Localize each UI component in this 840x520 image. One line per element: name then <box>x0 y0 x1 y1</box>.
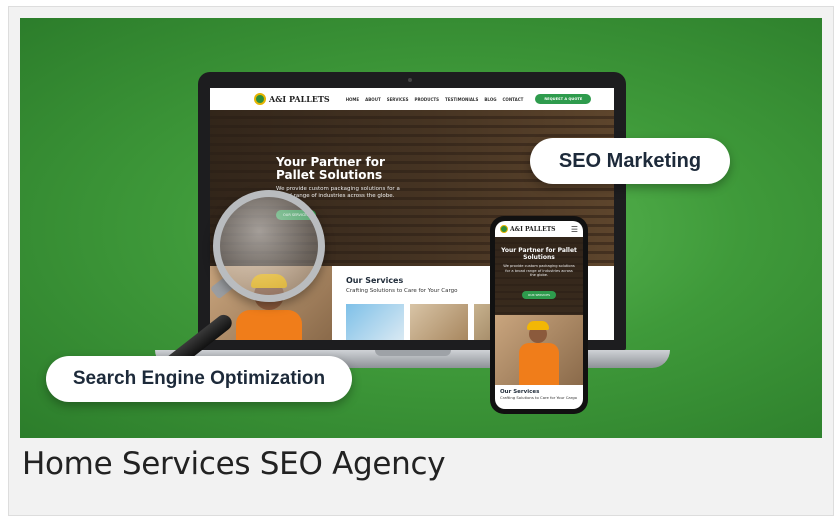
logo-icon <box>254 93 266 105</box>
search-engine-optimization-badge: Search Engine Optimization <box>46 356 352 402</box>
services-subtitle: Crafting Solutions to Care for Your Carg… <box>346 288 458 294</box>
magnifying-glass-icon <box>213 190 325 302</box>
seo-marketing-badge: SEO Marketing <box>530 138 730 184</box>
phone-our-services-button[interactable]: OUR SERVICES <box>521 290 557 299</box>
service-image[interactable] <box>346 304 404 340</box>
laptop-camera <box>408 78 412 82</box>
hard-hat-icon <box>527 321 549 330</box>
worker-vest <box>519 343 559 385</box>
services-title: Our Services <box>346 276 404 285</box>
nav-services[interactable]: SERVICES <box>387 97 409 102</box>
hamburger-menu-icon[interactable]: ☰ <box>571 225 578 234</box>
phone-services: Our Services Crafting Solutions to Care … <box>495 385 583 404</box>
phone-hero: Your Partner for Pallet Solutions We pro… <box>495 237 583 315</box>
phone-hero-title: Your Partner for Pallet Solutions <box>501 247 577 261</box>
nav-home[interactable]: HOME <box>346 97 359 102</box>
hero-title: Your Partner for Pallet Solutions <box>276 155 385 182</box>
phone-hero-subtitle: We provide custom packaging solutions fo… <box>503 264 575 277</box>
phone-logo-text: A&I PALLETS <box>510 225 556 233</box>
nav-contact[interactable]: CONTACT <box>503 97 524 102</box>
logo-icon <box>500 225 508 233</box>
laptop-notch <box>375 350 451 356</box>
phone-screen: A&I PALLETS ☰ Your Partner for Pallet So… <box>495 221 583 409</box>
phone-services-subtitle: Crafting Solutions to Care for Your Carg… <box>500 395 577 400</box>
service-image[interactable] <box>410 304 468 340</box>
nav-products[interactable]: PRODUCTS <box>415 97 440 102</box>
hero-image[interactable]: A&I PALLETS HOME ABOUT SERVICES PRODUCTS… <box>20 18 822 438</box>
site-nav: A&I PALLETS HOME ABOUT SERVICES PRODUCTS… <box>210 88 614 110</box>
nav-about[interactable]: ABOUT <box>365 97 381 102</box>
phone: A&I PALLETS ☰ Your Partner for Pallet So… <box>490 216 588 414</box>
phone-worker-photo <box>495 315 583 385</box>
phone-nav: A&I PALLETS ☰ <box>495 221 583 237</box>
nav-testimonials[interactable]: TESTIMONIALS <box>445 97 478 102</box>
site-logo: A&I PALLETS <box>269 94 330 104</box>
request-quote-button[interactable]: REQUEST A QUOTE <box>535 94 592 104</box>
nav-blog[interactable]: BLOG <box>484 97 496 102</box>
phone-logo: A&I PALLETS <box>500 225 556 233</box>
image-caption[interactable]: Home Services SEO Agency <box>22 446 446 482</box>
worker-vest <box>236 310 302 340</box>
